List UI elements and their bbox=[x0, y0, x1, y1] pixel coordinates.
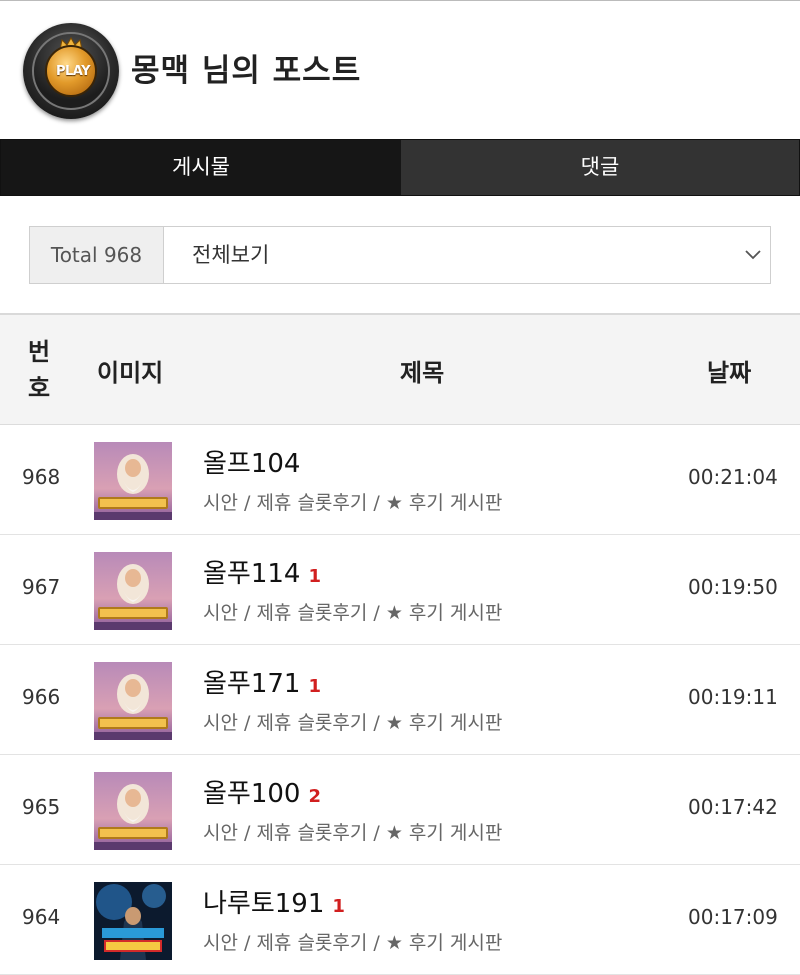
game-thumbnail[interactable] bbox=[94, 662, 172, 740]
post-time: 00:21:04 bbox=[688, 465, 778, 489]
table-row[interactable]: 968 올프104 시안 / 제휴 슬롯후기 / ★ 후기 게시판 00:21:… bbox=[0, 425, 800, 535]
power-of-ninja-thumbnail bbox=[94, 882, 172, 960]
post-title[interactable]: 올푸114 1 bbox=[203, 553, 321, 590]
category-select-value[interactable]: 전체보기 bbox=[192, 227, 269, 283]
gates-of-olympus-thumbnail bbox=[94, 552, 172, 630]
page-title: 몽맥 님의 포스트 bbox=[131, 53, 362, 89]
post-category-path: 시안 / 제휴 슬롯후기 / ★ 후기 게시판 bbox=[203, 492, 503, 514]
table-row[interactable]: 964 나루토191 1 시안 / 제휴 슬롯후기 / ★ 후기 게시판 00:1… bbox=[0, 865, 800, 975]
post-title[interactable]: 올프104 bbox=[203, 443, 308, 480]
row-number: 967 bbox=[22, 575, 61, 599]
gates-of-olympus-thumbnail bbox=[94, 772, 172, 850]
comment-count: 1 bbox=[308, 676, 321, 697]
tab-posts[interactable]: 게시물 bbox=[1, 140, 401, 195]
game-thumbnail[interactable] bbox=[94, 882, 172, 960]
game-thumbnail[interactable] bbox=[94, 442, 172, 520]
game-thumbnail[interactable] bbox=[94, 772, 172, 850]
post-time: 00:17:09 bbox=[688, 905, 778, 929]
post-title-text[interactable]: 나루토191 bbox=[203, 889, 324, 919]
table-header: 번호 이미지 제목 날짜 bbox=[0, 313, 800, 425]
post-title[interactable]: 나루토191 1 bbox=[203, 883, 345, 920]
row-number: 968 bbox=[22, 465, 61, 489]
tab-comments[interactable]: 댓글 bbox=[401, 140, 799, 195]
play-logo: PLAY bbox=[45, 45, 97, 97]
comment-count: 1 bbox=[308, 566, 321, 587]
gates-of-olympus-thumbnail bbox=[94, 662, 172, 740]
total-count: Total 968 bbox=[30, 227, 164, 283]
post-category-path: 시안 / 제휴 슬롯후기 / ★ 후기 게시판 bbox=[203, 932, 503, 954]
post-category-path: 시안 / 제휴 슬롯후기 / ★ 후기 게시판 bbox=[203, 712, 503, 734]
post-time: 00:19:11 bbox=[688, 685, 778, 709]
category-filter[interactable]: Total 968 전체보기 bbox=[29, 226, 771, 284]
tab-bar: 게시물 댓글 bbox=[0, 139, 800, 196]
table-row[interactable]: 967 올푸114 1 시안 / 제휴 슬롯후기 / ★ 후기 게시판 00:19… bbox=[0, 535, 800, 645]
column-header-date: 날짜 bbox=[707, 359, 752, 387]
post-category-path: 시안 / 제휴 슬롯후기 / ★ 후기 게시판 bbox=[203, 602, 503, 624]
comment-count: 2 bbox=[308, 786, 321, 807]
chevron-down-icon[interactable] bbox=[744, 247, 762, 261]
table-row[interactable]: 965 올푸100 2 시안 / 제휴 슬롯후기 / ★ 후기 게시판 00:17… bbox=[0, 755, 800, 865]
column-header-title: 제목 bbox=[400, 359, 445, 387]
post-title-text[interactable]: 올프104 bbox=[203, 449, 300, 479]
table-row[interactable]: 966 올푸171 1 시안 / 제휴 슬롯후기 / ★ 후기 게시판 00:19… bbox=[0, 645, 800, 755]
post-time: 00:17:42 bbox=[688, 795, 778, 819]
avatar[interactable]: PLAY bbox=[23, 23, 119, 119]
comment-count: 1 bbox=[332, 896, 345, 917]
post-title[interactable]: 올푸100 2 bbox=[203, 773, 321, 810]
post-title-text[interactable]: 올푸114 bbox=[203, 559, 300, 589]
post-category-path: 시안 / 제휴 슬롯후기 / ★ 후기 게시판 bbox=[203, 822, 503, 844]
profile-header: PLAY 몽맥 님의 포스트 bbox=[0, 1, 800, 139]
row-number: 966 bbox=[22, 685, 61, 709]
avatar-play-text: PLAY bbox=[55, 64, 91, 79]
column-header-image: 이미지 bbox=[97, 359, 164, 387]
post-time: 00:19:50 bbox=[688, 575, 778, 599]
post-title[interactable]: 올푸171 1 bbox=[203, 663, 321, 700]
game-thumbnail[interactable] bbox=[94, 552, 172, 630]
post-title-text[interactable]: 올푸100 bbox=[203, 779, 300, 809]
row-number: 965 bbox=[22, 795, 61, 819]
row-number: 964 bbox=[22, 905, 61, 929]
post-title-text[interactable]: 올푸171 bbox=[203, 669, 300, 699]
column-header-number: 번호 bbox=[27, 338, 51, 402]
gates-of-olympus-thumbnail bbox=[94, 442, 172, 520]
